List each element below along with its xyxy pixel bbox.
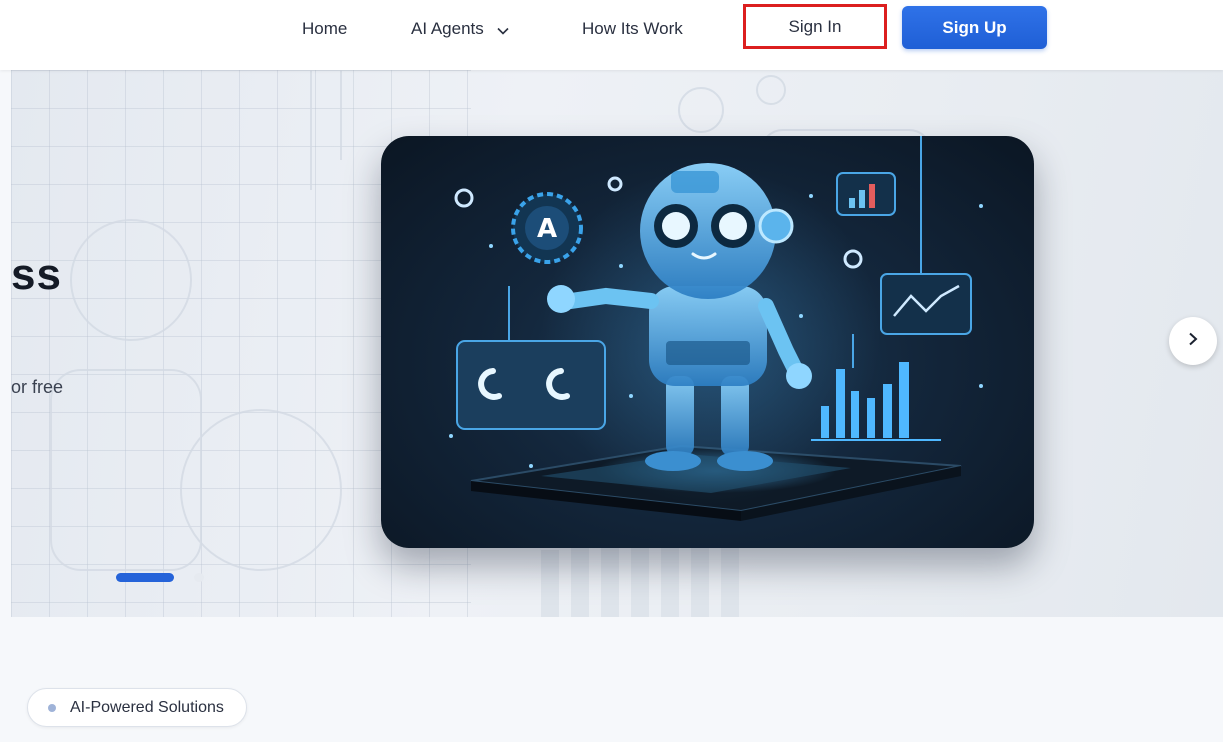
chevron-down-icon <box>496 20 509 40</box>
hero-subtitle: or free <box>11 377 64 397</box>
sign-up-button[interactable]: Sign Up <box>902 6 1047 49</box>
dot-icon <box>48 703 56 712</box>
svg-text:A: A <box>537 214 557 244</box>
badge-label: AI-Powered Solutions <box>70 698 224 716</box>
sign-in-button[interactable]: Sign In <box>743 4 887 49</box>
nav-how-it-works-link[interactable]: How Its Work <box>582 19 683 39</box>
ai-powered-solutions-badge: AI-Powered Solutions <box>27 688 247 727</box>
carousel-dot-2[interactable] <box>194 573 204 582</box>
nav-ai-agents-label: AI Agents <box>411 19 484 38</box>
nav-home-link[interactable]: Home <box>302 19 347 39</box>
carousel-dot-1[interactable] <box>116 573 174 582</box>
robot-illustration: A <box>449 136 983 521</box>
nav-ai-agents-dropdown[interactable]: AI Agents <box>411 19 509 40</box>
carousel-next-button[interactable] <box>1169 317 1217 365</box>
hero-robot-image: A <box>381 136 1034 548</box>
top-navbar: Home AI Agents How Its Work Sign In Sign… <box>0 0 1223 70</box>
sign-in-label: Sign In <box>788 16 842 36</box>
hero-carousel: ss or free A <box>11 70 1223 617</box>
chevron-right-icon <box>1188 332 1198 351</box>
sign-up-label: Sign Up <box>942 17 1007 37</box>
hero-title: ss <box>11 250 62 299</box>
